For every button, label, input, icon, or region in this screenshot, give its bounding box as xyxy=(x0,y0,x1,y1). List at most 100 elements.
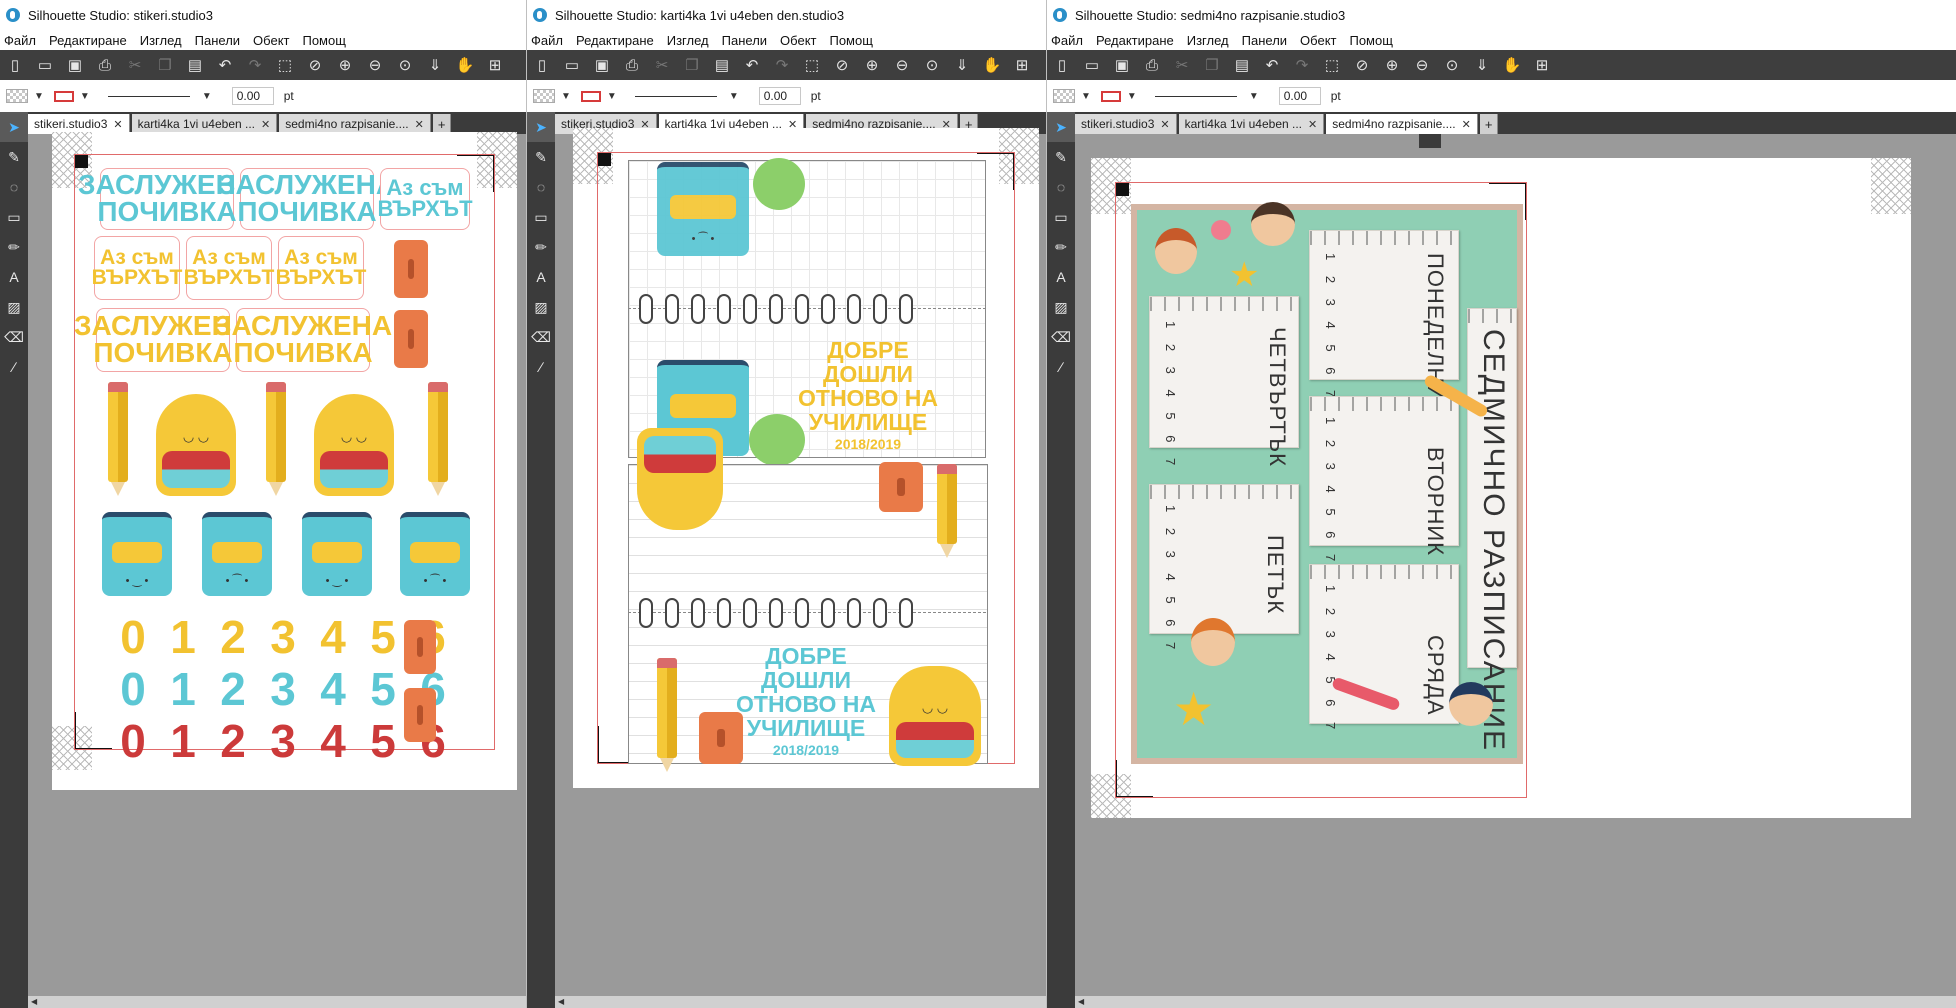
design-page[interactable]: • ⁀ • • ‿ • ДОБРЕ ДОШЛИ ОТНОВО НА УЧИЛИЩ… xyxy=(573,128,1039,788)
horizontal-scrollbar[interactable]: ◀ xyxy=(28,996,526,1008)
line-style-preview[interactable] xyxy=(107,95,190,97)
eraser-icon[interactable]: ⌫ xyxy=(1047,322,1075,352)
copy-icon[interactable]: ❐ xyxy=(681,54,703,76)
line-style-dropdown-icon[interactable]: ▼ xyxy=(202,91,212,102)
pan-hand-icon[interactable]: ✋ xyxy=(981,54,1003,76)
sticker-az-sam[interactable]: Аз съм ВЪРХЪТ xyxy=(184,236,274,300)
line-color-swatch-icon[interactable] xyxy=(580,90,601,102)
pan-hand-icon[interactable]: ✋ xyxy=(454,54,476,76)
line-width-input[interactable]: 0.00 xyxy=(758,87,801,105)
line-color-dropdown-icon[interactable]: ▼ xyxy=(80,91,90,102)
menu-help[interactable]: Помощ xyxy=(829,33,872,48)
scroll-left-icon[interactable]: ◀ xyxy=(1078,997,1084,1006)
tab-karti4ka[interactable]: karti4ka 1vi u4eben ... ✕ xyxy=(1178,114,1325,134)
pencil-icon[interactable]: ✏ xyxy=(0,232,28,262)
edit-points-icon[interactable]: ✎ xyxy=(1047,142,1075,172)
rectangle-icon[interactable]: ▭ xyxy=(527,202,555,232)
backpack-sticker[interactable]: ◡ ◡ xyxy=(156,394,236,496)
open-folder-icon[interactable]: ▭ xyxy=(1081,54,1103,76)
sticker-zasluzhena[interactable]: ЗАСЛУЖЕНА ПОЧИВКА xyxy=(218,168,396,230)
zoom-in-icon[interactable]: ⊕ xyxy=(334,54,356,76)
close-icon[interactable]: ✕ xyxy=(261,118,270,131)
digit-sticker[interactable]: 4 xyxy=(308,714,358,768)
zoom-out-icon[interactable]: ⊖ xyxy=(364,54,386,76)
fit-page-icon[interactable]: ⊞ xyxy=(484,54,506,76)
fill-dropdown-icon[interactable]: ▼ xyxy=(34,91,44,102)
design-page[interactable]: 1 2 3 4 5 6 7 ПОНЕДЕЛНИК 1 2 3 4 5 6 7 Ч… xyxy=(1091,158,1911,818)
paste-icon[interactable]: ▤ xyxy=(184,54,206,76)
print-icon[interactable]: ⎙ xyxy=(94,54,116,76)
digit-sticker[interactable]: 0 xyxy=(108,662,158,716)
menu-edit[interactable]: Редактиране xyxy=(49,33,127,48)
new-file-icon[interactable]: ▯ xyxy=(4,54,26,76)
undo-icon[interactable]: ↶ xyxy=(214,54,236,76)
eraser-icon[interactable]: ⌫ xyxy=(527,322,555,352)
undo-icon[interactable]: ↶ xyxy=(1261,54,1283,76)
menu-panels[interactable]: Панели xyxy=(722,33,767,48)
digit-sticker[interactable]: 1 xyxy=(158,662,208,716)
tab-sedmi4no[interactable]: sedmi4no razpisanie.... ✕ xyxy=(1326,114,1478,134)
menu-help[interactable]: Помощ xyxy=(1349,33,1392,48)
scroll-left-icon[interactable]: ◀ xyxy=(558,997,564,1006)
menu-view[interactable]: Изглед xyxy=(140,33,182,48)
menu-edit[interactable]: Редактиране xyxy=(1096,33,1174,48)
sharpener-sticker[interactable] xyxy=(404,620,436,674)
notebook-sticker[interactable]: • ‿ • xyxy=(302,512,372,596)
move-down-icon[interactable]: ⇓ xyxy=(1471,54,1493,76)
menu-edit[interactable]: Редактиране xyxy=(576,33,654,48)
menu-file[interactable]: Файл xyxy=(531,33,563,48)
menu-view[interactable]: Изглед xyxy=(1187,33,1229,48)
close-icon[interactable]: ✕ xyxy=(1160,118,1169,131)
sticker-zasluzhena[interactable]: ЗАСЛУЖЕНА ПОЧИВКА xyxy=(74,308,252,372)
pencil-sticker[interactable] xyxy=(108,382,128,496)
new-file-icon[interactable]: ▯ xyxy=(531,54,553,76)
line-width-input[interactable]: 0.00 xyxy=(1278,87,1321,105)
scroll-left-icon[interactable]: ◀ xyxy=(31,997,37,1006)
fill-swatch-icon[interactable] xyxy=(1053,89,1075,103)
cut-icon[interactable]: ✂ xyxy=(1171,54,1193,76)
save-icon[interactable]: ▣ xyxy=(1111,54,1133,76)
tab-sedmi4no[interactable]: sedmi4no razpisanie.... ✕ xyxy=(279,114,431,134)
schedule-card-monday[interactable]: 1 2 3 4 5 6 7 ПОНЕДЕЛНИК xyxy=(1309,230,1459,415)
new-file-icon[interactable]: ▯ xyxy=(1051,54,1073,76)
notebook-sticker[interactable]: • ‿ • xyxy=(102,512,172,596)
notebook-sticker[interactable]: • ⁀ • xyxy=(202,512,272,596)
horizontal-scrollbar[interactable]: ◀ xyxy=(555,996,1046,1008)
digit-sticker[interactable]: 5 xyxy=(358,714,408,768)
new-tab-button[interactable]: + xyxy=(1479,114,1499,134)
tab-stikeri[interactable]: stikeri.studio3 ✕ xyxy=(1075,114,1177,134)
close-icon[interactable]: ✕ xyxy=(1308,118,1317,131)
digit-sticker[interactable]: 3 xyxy=(258,610,308,664)
fill-dropdown-icon[interactable]: ▼ xyxy=(561,91,571,102)
line-width-input[interactable]: 0.00 xyxy=(231,87,274,105)
pencil-sticker[interactable] xyxy=(266,382,286,496)
line-color-dropdown-icon[interactable]: ▼ xyxy=(1127,91,1137,102)
close-icon[interactable]: ✕ xyxy=(1462,118,1471,131)
rectangle-icon[interactable]: ▭ xyxy=(0,202,28,232)
line-style-dropdown-icon[interactable]: ▼ xyxy=(1249,91,1259,102)
schedule-card-thursday[interactable]: 1 2 3 4 5 6 7 ЧЕТВЪРТЪК xyxy=(1149,296,1299,471)
rectangle-icon[interactable]: ▭ xyxy=(1047,202,1075,232)
zoom-in-icon[interactable]: ⊕ xyxy=(1381,54,1403,76)
new-tab-button[interactable]: + xyxy=(432,114,452,134)
zoom-in-icon[interactable]: ⊕ xyxy=(861,54,883,76)
pencil-sticker[interactable] xyxy=(428,382,448,496)
line-style-preview[interactable] xyxy=(634,95,717,97)
select-all-icon[interactable]: ⬚ xyxy=(274,54,296,76)
digit-sticker[interactable]: 3 xyxy=(258,662,308,716)
design-page[interactable]: ЗАСЛУЖЕНА ПОЧИВКА ЗАСЛУЖЕНА ПОЧИВКА Аз с… xyxy=(52,132,517,790)
design-canvas[interactable]: 1 2 3 4 5 6 7 ПОНЕДЕЛНИК 1 2 3 4 5 6 7 Ч… xyxy=(1075,134,1956,1008)
design-canvas[interactable]: • ⁀ • • ‿ • ДОБРЕ ДОШЛИ ОТНОВО НА УЧИЛИЩ… xyxy=(555,128,1046,1008)
fill-icon[interactable]: ▨ xyxy=(0,292,28,322)
digit-sticker[interactable]: 1 xyxy=(158,714,208,768)
menu-file[interactable]: Файл xyxy=(1051,33,1083,48)
knife-icon[interactable]: ∕ xyxy=(527,352,555,382)
close-icon[interactable]: ✕ xyxy=(113,118,122,131)
select-tool-icon[interactable]: ➤ xyxy=(1047,112,1075,142)
zoom-out-icon[interactable]: ⊖ xyxy=(1411,54,1433,76)
sharpener-sticker[interactable] xyxy=(394,240,428,298)
draw-shape-icon[interactable]: ◌ xyxy=(0,172,28,202)
menu-object[interactable]: Обект xyxy=(1300,33,1336,48)
fill-icon[interactable]: ▨ xyxy=(527,292,555,322)
line-style-dropdown-icon[interactable]: ▼ xyxy=(729,91,739,102)
